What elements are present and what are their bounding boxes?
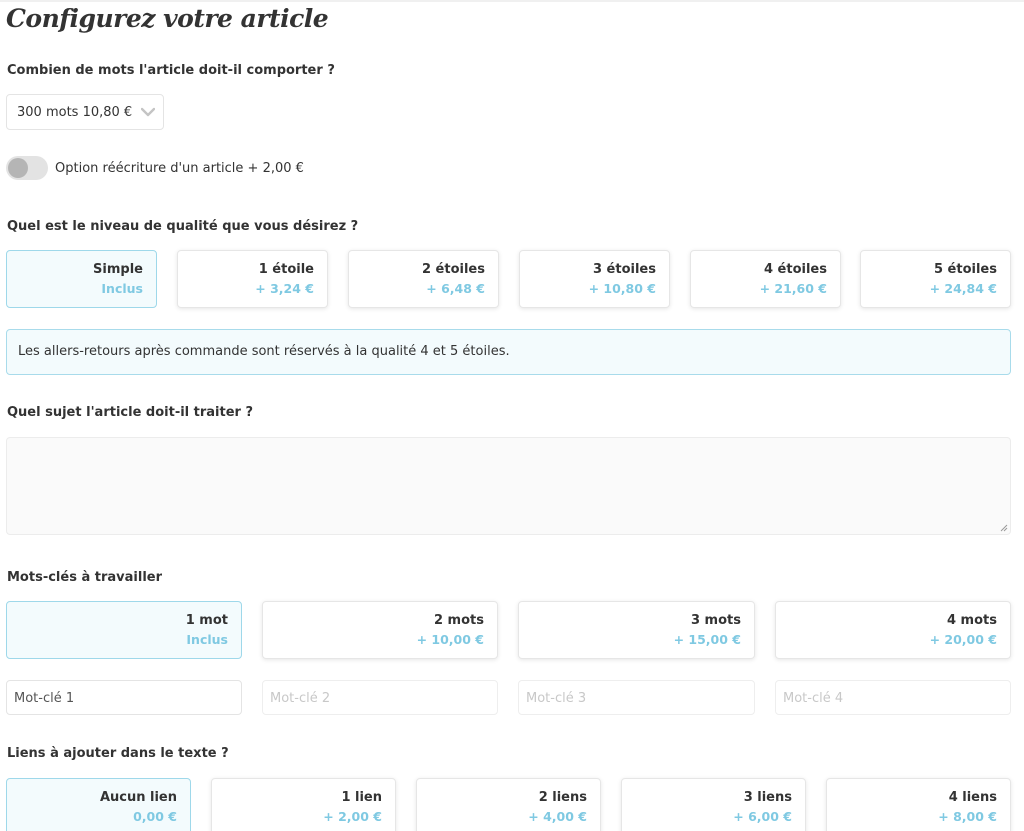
option-title: 3 étoiles <box>592 262 656 277</box>
chevron-down-icon <box>141 107 155 117</box>
keyword-input-2[interactable]: Mot-clé 2 <box>262 680 498 715</box>
links-option-none[interactable]: Aucun lien 0,00 € <box>6 778 191 831</box>
keywords-option-2[interactable]: 2 mots + 10,00 € <box>262 601 498 659</box>
option-price: + 20,00 € <box>929 632 997 647</box>
option-price: + 10,00 € <box>416 632 484 647</box>
keyword-input-4[interactable]: Mot-clé 4 <box>775 680 1011 715</box>
option-price: + 10,80 € <box>588 281 656 296</box>
option-price: + 8,00 € <box>938 809 997 824</box>
links-option-4[interactable]: 4 liens + 8,00 € <box>826 778 1011 831</box>
links-option-2[interactable]: 2 liens + 4,00 € <box>416 778 601 831</box>
option-price: + 4,00 € <box>528 809 587 824</box>
keyword-input-3[interactable]: Mot-clé 3 <box>518 680 755 715</box>
links-label: Liens à ajouter dans le texte ? <box>7 746 229 761</box>
resize-grip-icon[interactable] <box>999 523 1008 532</box>
option-price: + 6,00 € <box>733 809 792 824</box>
quality-option-4-stars[interactable]: 4 étoiles + 21,60 € <box>690 250 841 308</box>
subject-label: Quel sujet l'article doit-il traiter ? <box>7 405 254 420</box>
quality-option-5-stars[interactable]: 5 étoiles + 24,84 € <box>860 250 1011 308</box>
option-title: 4 mots <box>946 613 997 628</box>
option-title: 1 lien <box>341 790 382 805</box>
words-select-value: 300 mots 10,80 € <box>17 104 133 120</box>
option-price: + 21,60 € <box>759 281 827 296</box>
words-label: Combien de mots l'article doit-il compor… <box>7 63 335 78</box>
keyword-input-1[interactable]: Mot-clé 1 <box>6 680 242 715</box>
option-title: Aucun lien <box>99 790 177 805</box>
keywords-option-4[interactable]: 4 mots + 20,00 € <box>775 601 1011 659</box>
option-title: 2 liens <box>538 790 587 805</box>
links-option-1[interactable]: 1 lien + 2,00 € <box>211 778 396 831</box>
rewrite-label: Option réécriture d'un article + 2,00 € <box>55 160 304 176</box>
option-price: + 2,00 € <box>323 809 382 824</box>
keywords-label: Mots-clés à travailler <box>7 570 162 585</box>
option-title: 3 mots <box>690 613 741 628</box>
keywords-option-3[interactable]: 3 mots + 15,00 € <box>518 601 755 659</box>
option-title: Simple <box>93 262 143 277</box>
quality-option-simple[interactable]: Simple Inclus <box>6 250 157 308</box>
option-title: 5 étoiles <box>933 262 997 277</box>
option-title: 4 étoiles <box>763 262 827 277</box>
option-price: 0,00 € <box>133 809 177 824</box>
option-price: + 6,48 € <box>426 281 485 296</box>
top-divider <box>0 0 1024 2</box>
option-title: 3 liens <box>743 790 792 805</box>
quality-label: Quel est le niveau de qualité que vous d… <box>7 219 359 234</box>
option-title: 1 mot <box>185 613 228 628</box>
option-price: Inclus <box>101 281 143 296</box>
links-option-3[interactable]: 3 liens + 6,00 € <box>621 778 806 831</box>
rewrite-option: Option réécriture d'un article + 2,00 € <box>6 156 304 180</box>
toggle-knob <box>8 158 28 178</box>
quality-option-1-star[interactable]: 1 étoile + 3,24 € <box>177 250 328 308</box>
option-title: 2 mots <box>433 613 484 628</box>
page-title: Configurez votre article <box>6 4 329 33</box>
keywords-option-1[interactable]: 1 mot Inclus <box>6 601 242 659</box>
rewrite-toggle[interactable] <box>6 156 48 180</box>
option-price: Inclus <box>186 632 228 647</box>
option-title: 4 liens <box>948 790 997 805</box>
quality-option-2-stars[interactable]: 2 étoiles + 6,48 € <box>348 250 499 308</box>
words-select[interactable]: 300 mots 10,80 € <box>6 94 164 130</box>
quality-info-notice: Les allers-retours après commande sont r… <box>6 329 1011 375</box>
quality-option-3-stars[interactable]: 3 étoiles + 10,80 € <box>519 250 670 308</box>
option-price: + 15,00 € <box>673 632 741 647</box>
option-title: 2 étoiles <box>421 262 485 277</box>
option-title: 1 étoile <box>258 262 314 277</box>
option-price: + 24,84 € <box>929 281 997 296</box>
option-price: + 3,24 € <box>255 281 314 296</box>
subject-textarea[interactable] <box>6 437 1011 535</box>
